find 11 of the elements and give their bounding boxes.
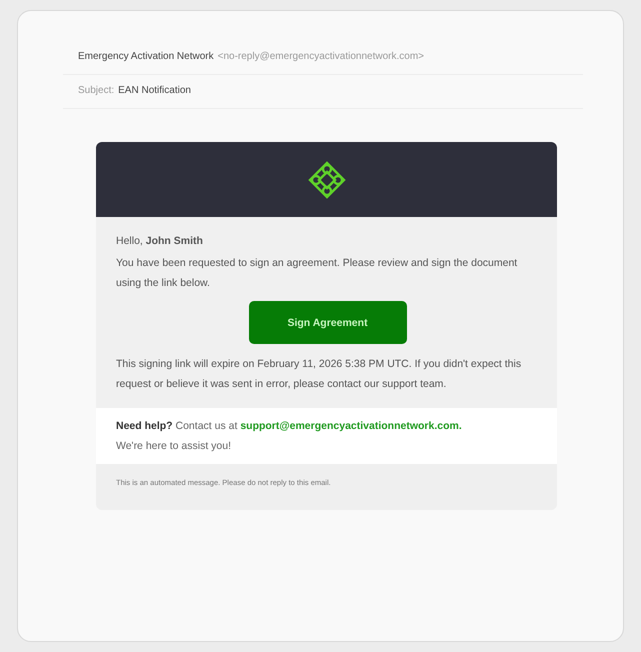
sender-address: <no-reply@emergencyactivationnetwork.com> xyxy=(218,51,424,62)
greeting-text: Hello, John Smith xyxy=(116,234,204,249)
support-email-link[interactable]: support@emergencyactivationnetwork.com. xyxy=(240,420,462,432)
help-paragraph: Need help? Contact us at support@emergencyactivationnetwork.com. We're here to assist you! xyxy=(116,419,463,454)
intro-paragraph: You have been requested to sign an agreement. Please review and sign the document using the link below. xyxy=(116,256,518,291)
sender-name: Emergency Activation Network xyxy=(78,51,214,62)
logo-icon xyxy=(308,160,346,198)
subject-label: Subject: xyxy=(78,85,114,96)
expiry-paragraph: This signing link will expire on February 11, 2026 5:38 PM UTC. If you didn't expect this request or believe it was sent in error, please contact our support team. xyxy=(116,357,522,392)
subject-text: EAN Notification xyxy=(118,85,191,96)
sign-agreement-button[interactable]: Sign Agreement xyxy=(248,301,406,344)
